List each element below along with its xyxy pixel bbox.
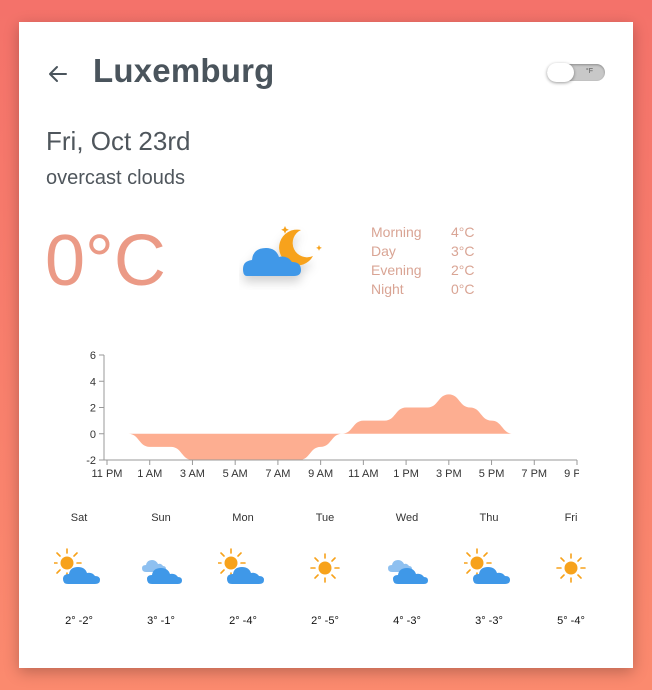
forecast-day: Sun 3° -1° — [126, 512, 196, 627]
x-tick-label: 3 AM — [180, 468, 205, 477]
daypart-temperatures: Morning 4°C Day 3°C Evening 2°C Night 0°… — [371, 224, 491, 300]
current-condition: overcast clouds — [46, 167, 185, 189]
forecast-day-name: Wed — [395, 512, 419, 524]
cloud-moon-icon — [243, 226, 322, 276]
forecast-day: Fri 5° -4° — [536, 512, 606, 627]
y-tick-label: 4 — [90, 376, 96, 388]
unit-toggle[interactable]: °F — [547, 63, 605, 82]
forecast-day-name: Tue — [315, 512, 335, 524]
back-arrow-icon[interactable] — [46, 62, 70, 86]
x-tick-label: 11 PM — [92, 468, 123, 477]
x-tick-label: 3 PM — [436, 468, 462, 477]
x-tick-label: 9 PM — [564, 468, 579, 477]
forecast-day: Mon 2° -4° — [208, 512, 278, 627]
x-tick-label: 7 PM — [521, 468, 547, 477]
forecast-range: 3° -1° — [147, 615, 175, 627]
daypart-value: 2°C — [451, 262, 475, 278]
forecast-range: 3° -3° — [475, 615, 503, 627]
daypart-label: Evening — [371, 262, 422, 278]
sun-cloud-icon — [464, 548, 514, 588]
forecast-range: 2° -5° — [311, 615, 339, 627]
daypart-row: Day 3°C — [371, 243, 491, 262]
x-tick-label: 1 AM — [137, 468, 162, 477]
sun-icon — [546, 548, 596, 588]
current-date: Fri, Oct 23rd — [46, 126, 191, 156]
weather-card: Luxemburg °F Fri, Oct 23rd overcast clou… — [19, 22, 633, 668]
daypart-row: Night 0°C — [371, 281, 491, 300]
temperature-area — [107, 394, 577, 460]
clouds-icon — [136, 548, 186, 588]
sun-cloud-icon — [54, 548, 104, 588]
forecast-day-name: Sun — [151, 512, 171, 524]
forecast-day: Sat 2° -2° — [44, 512, 114, 627]
daypart-label: Morning — [371, 224, 422, 240]
x-tick-label: 5 PM — [479, 468, 505, 477]
city-title: Luxemburg — [93, 52, 275, 89]
forecast-day: Thu 3° -3° — [454, 512, 524, 627]
current-temperature: 0°C — [45, 221, 166, 301]
y-tick-label: 0 — [90, 429, 96, 441]
forecast-day-name: Sat — [70, 512, 88, 524]
sun-icon — [300, 548, 350, 588]
forecast-day-name: Fri — [564, 512, 578, 524]
x-tick-label: 9 AM — [308, 468, 333, 477]
x-tick-label: 1 PM — [393, 468, 419, 477]
daypart-row: Morning 4°C — [371, 224, 491, 243]
x-tick-label: 7 AM — [265, 468, 290, 477]
y-tick-label: -2 — [86, 455, 96, 467]
x-tick-label: 11 AM — [348, 468, 378, 477]
weekly-forecast: Sat 2° -2° Sun 3° -1° Mon 2° -4° Tue 2° … — [19, 512, 633, 642]
forecast-range: 4° -3° — [393, 615, 421, 627]
clouds-icon — [382, 548, 432, 588]
daypart-value: 4°C — [451, 224, 475, 240]
toggle-unit-label: °F — [585, 68, 593, 75]
y-tick-label: 6 — [90, 350, 96, 362]
forecast-day: Tue 2° -5° — [290, 512, 360, 627]
hourly-temperature-chart: 6 4 2 0 -211 PM 1 AM 3 AM 5 AM 7 AM 9 AM 11 AM 1 PM… — [86, 350, 579, 477]
forecast-range: 2° -4° — [229, 615, 257, 627]
forecast-range: 2° -2° — [65, 615, 93, 627]
forecast-range: 5° -4° — [557, 615, 585, 627]
daypart-row: Evening 2°C — [371, 262, 491, 281]
daypart-label: Night — [371, 281, 404, 297]
daypart-value: 3°C — [451, 243, 475, 259]
forecast-day-name: Mon — [232, 512, 254, 524]
daypart-label: Day — [371, 243, 396, 259]
sun-cloud-icon — [218, 548, 268, 588]
x-tick-label: 5 AM — [223, 468, 248, 477]
toggle-knob[interactable] — [547, 63, 574, 82]
forecast-day: Wed 4° -3° — [372, 512, 442, 627]
forecast-day-name: Thu — [479, 512, 499, 524]
daypart-value: 0°C — [451, 281, 475, 297]
y-tick-label: 2 — [90, 403, 96, 415]
